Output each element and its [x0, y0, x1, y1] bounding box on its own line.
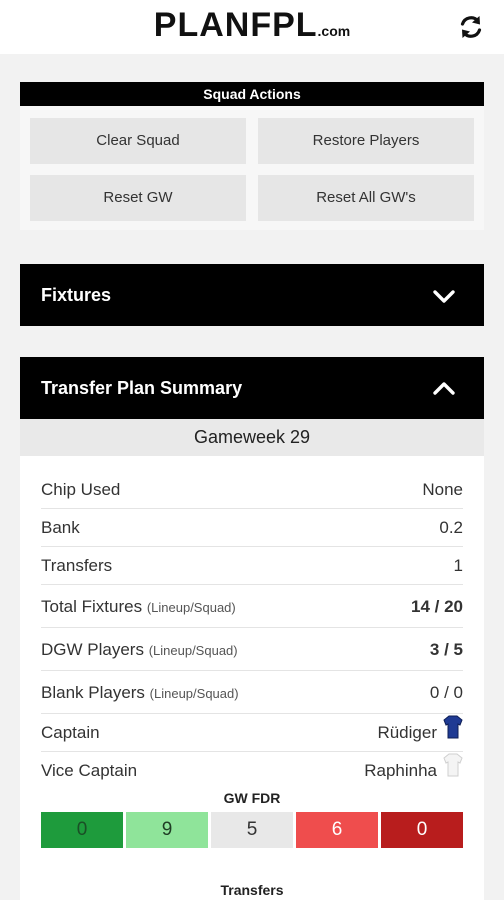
fixtures-toggle[interactable]: Fixtures: [20, 264, 484, 326]
reset-all-gws-button[interactable]: Reset All GW's: [258, 175, 474, 221]
dgw-players-sub: (Lineup/Squad): [148, 643, 238, 658]
transfers-value: 1: [453, 556, 463, 575]
chip-label: Chip Used: [41, 480, 121, 499]
vice-captain-value-wrap: Raphinha: [364, 752, 463, 791]
blank-players-value: 0 / 0: [429, 683, 463, 702]
vice-captain-shirt-icon: [443, 753, 463, 791]
summary-row-vice-captain: Vice Captain Raphinha: [41, 752, 463, 790]
clear-squad-button[interactable]: Clear Squad: [30, 118, 246, 164]
summary-row-chip: Chip Used None: [41, 471, 463, 509]
squad-actions-title: Squad Actions: [20, 82, 484, 106]
chevron-down-icon: [432, 284, 456, 308]
logo-text: PLANFPL: [153, 6, 318, 44]
fdr-cell: 0: [41, 812, 123, 848]
bank-value: 0.2: [439, 518, 463, 537]
summary-row-blank-players: Blank Players (Lineup/Squad) 0 / 0: [41, 671, 463, 714]
fdr-cell: 0: [381, 812, 463, 848]
captain-value[interactable]: Rüdiger: [377, 723, 437, 742]
bank-label: Bank: [41, 518, 80, 537]
restore-players-button[interactable]: Restore Players: [258, 118, 474, 164]
vice-captain-label: Vice Captain: [41, 761, 138, 780]
fdr-cell: 5: [211, 812, 293, 848]
reset-gw-button[interactable]: Reset GW: [30, 175, 246, 221]
dgw-players-label: DGW Players (Lineup/Squad): [41, 628, 238, 672]
transfer-summary-toggle[interactable]: Transfer Plan Summary: [20, 357, 484, 419]
chip-value: None: [422, 480, 463, 499]
transfers-label: Transfers: [41, 556, 113, 575]
captain-shirt-icon: [443, 715, 463, 753]
total-fixtures-value: 14 / 20: [411, 597, 463, 616]
chevron-up-icon: [432, 377, 456, 401]
dgw-players-text: DGW Players: [41, 640, 144, 659]
squad-actions-panel: Squad Actions Clear Squad Restore Player…: [20, 82, 484, 230]
blank-players-text: Blank Players: [41, 683, 145, 702]
fixtures-title: Fixtures: [41, 285, 112, 305]
summary-row-total-fixtures: Total Fixtures (Lineup/Squad) 14 / 20: [41, 585, 463, 628]
blank-players-sub: (Lineup/Squad): [149, 686, 239, 701]
refresh-icon[interactable]: [456, 12, 486, 42]
summary-row-transfers: Transfers 1: [41, 547, 463, 585]
gameweek-label: Gameweek 29: [20, 419, 484, 456]
vice-captain-value[interactable]: Raphinha: [364, 761, 437, 780]
gw-fdr-title: GW FDR: [223, 790, 281, 806]
total-fixtures-text: Total Fixtures: [41, 597, 143, 616]
logo-suffix: .com: [317, 23, 351, 39]
summary-row-dgw-players: DGW Players (Lineup/Squad) 3 / 5: [41, 628, 463, 671]
transfer-summary-title: Transfer Plan Summary: [41, 378, 243, 398]
blank-players-label: Blank Players (Lineup/Squad): [41, 671, 239, 715]
site-logo[interactable]: PLANFPL.com: [0, 6, 504, 45]
transfers-section-title: Transfers: [220, 882, 284, 898]
total-fixtures-sub: (Lineup/Squad): [146, 600, 236, 615]
fdr-cell: 9: [126, 812, 208, 848]
captain-value-wrap: Rüdiger: [377, 714, 463, 753]
fdr-cell: 6: [296, 812, 378, 848]
captain-label: Captain: [41, 723, 100, 742]
summary-row-captain: Captain Rüdiger: [41, 714, 463, 752]
dgw-players-value: 3 / 5: [429, 640, 463, 659]
transfer-summary-panel: Gameweek 29 Chip Used None Bank 0.2 Tran…: [20, 419, 484, 900]
total-fixtures-label: Total Fixtures (Lineup/Squad): [41, 585, 236, 629]
top-bar: PLANFPL.com: [0, 0, 504, 54]
summary-row-bank: Bank 0.2: [41, 509, 463, 547]
